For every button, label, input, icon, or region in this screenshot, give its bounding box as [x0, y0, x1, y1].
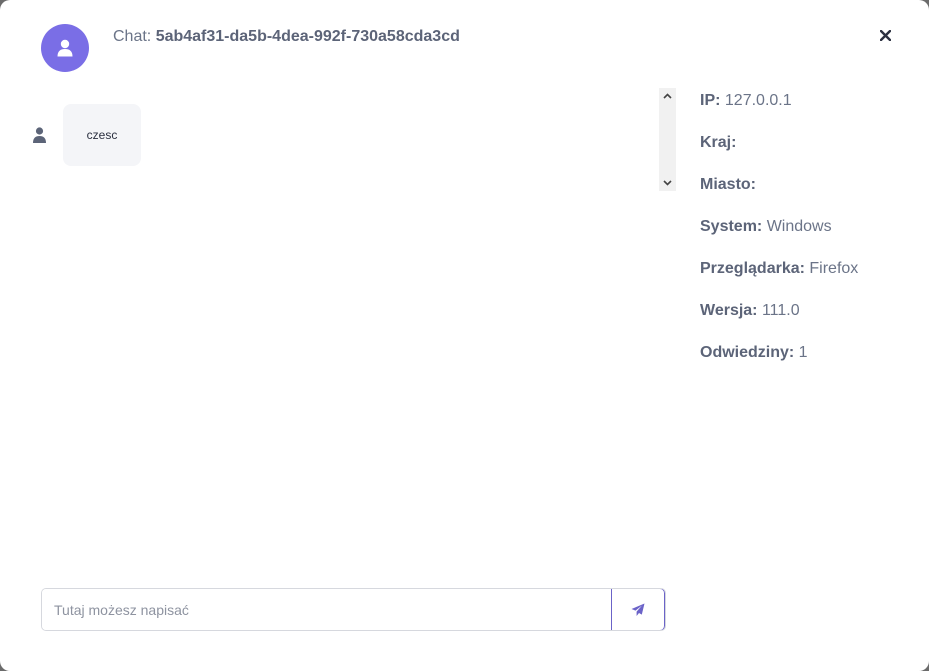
info-label: Przeglądarka:	[700, 260, 805, 277]
info-label: IP:	[700, 92, 721, 109]
user-icon	[31, 126, 47, 144]
chat-modal: Chat: 5ab4af31-da5b-4dea-992f-730a58cda3…	[0, 0, 929, 671]
info-value: Windows	[762, 218, 832, 235]
info-country: Kraj:	[700, 132, 910, 174]
scroll-up-arrow-icon[interactable]	[659, 89, 676, 103]
visitor-info: IP: 127.0.0.1 Kraj: Miasto: System: Wind…	[700, 90, 910, 384]
message-list: czesc	[20, 88, 656, 191]
chat-id: 5ab4af31-da5b-4dea-992f-730a58cda3cd	[155, 28, 460, 45]
message-input[interactable]	[42, 589, 611, 630]
message-composer	[41, 588, 666, 631]
info-value: Firefox	[804, 260, 859, 277]
info-browser: Przeglądarka: Firefox	[700, 258, 910, 300]
close-button[interactable]	[876, 26, 894, 44]
chat-title-prefix: Chat:	[113, 28, 156, 45]
close-icon	[879, 29, 891, 41]
info-label: Kraj:	[700, 134, 737, 151]
info-visits: Odwiedziny: 1	[700, 342, 910, 384]
message-scrollbar[interactable]	[659, 88, 676, 191]
scroll-down-arrow-icon[interactable]	[659, 176, 676, 190]
message-bubble: czesc	[63, 104, 141, 166]
info-label: System:	[700, 218, 763, 235]
send-button[interactable]	[611, 589, 665, 630]
info-value: 1	[794, 344, 808, 361]
info-label: Odwiedziny:	[700, 344, 795, 361]
chat-avatar	[41, 24, 89, 72]
info-value: 127.0.0.1	[720, 92, 792, 109]
info-label: Miasto:	[700, 176, 756, 193]
info-city: Miasto:	[700, 174, 910, 216]
chat-title: Chat: 5ab4af31-da5b-4dea-992f-730a58cda3…	[113, 27, 460, 47]
user-icon	[57, 39, 73, 57]
info-system: System: Windows	[700, 216, 910, 258]
message-item: czesc	[31, 104, 141, 166]
paper-plane-icon	[631, 603, 645, 616]
info-version: Wersja: 111.0	[700, 300, 910, 342]
info-ip: IP: 127.0.0.1	[700, 90, 910, 132]
info-value: 111.0	[757, 302, 800, 319]
info-label: Wersja:	[700, 302, 758, 319]
